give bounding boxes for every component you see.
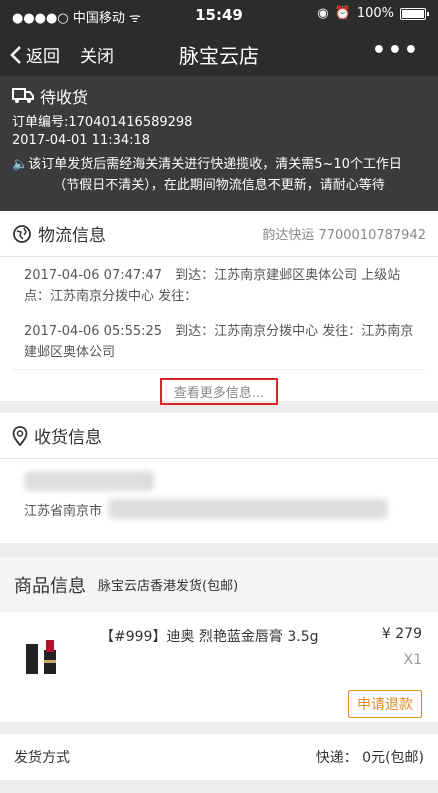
carrier-tracking: 韵达快运 7700010787942 (262, 228, 426, 243)
status-bar: ●●●●○ 中国移动 ᯤ 15:49 ◉ ⏰ 100% (0, 0, 438, 30)
lock-icon: ◉ (317, 6, 329, 21)
shipping-row: 发货方式 快递： 0元(包邮) (0, 734, 438, 780)
order-status: 待收货 (12, 84, 426, 108)
notice-line-1: 该订单发货后需经海关清关进行快递揽收，清关需5~10个工作日 (28, 157, 402, 172)
logistics-entry: 2017-04-06 07:47:47 到达：江苏南京建邺区奥体公司 上级站点：… (24, 268, 401, 304)
receiver-address: 江苏省南京市 (0, 499, 438, 519)
view-more-button[interactable]: 查看更多信息... (159, 378, 279, 405)
refund-button[interactable]: 申请退款 (348, 690, 422, 718)
address-prefix: 江苏省南京市 (24, 503, 103, 519)
goods-title: 商品信息 (14, 575, 86, 597)
shipping-label: 发货方式 (14, 750, 70, 766)
receiver-header: 收货信息 (0, 413, 438, 459)
lipstick-product-icon (26, 640, 56, 674)
battery-percent: 100% (356, 6, 394, 21)
more-info-wrap: 查看更多信息... (12, 369, 426, 409)
notice-line-2: （节假日不清关），在此期间物流信息不更新，请耐心等待 (53, 178, 385, 193)
goods-quantity: X1 (403, 652, 423, 668)
order-notice: 🔈该订单发货后需经海关清关进行快递揽收，清关需5~10个工作日 （节假日不清关）… (12, 154, 426, 196)
speaker-icon: 🔈 (12, 157, 29, 172)
location-pin-icon (12, 425, 28, 446)
logistics-section: 物流信息 韵达快运 7700010787942 2017-04-06 07:47… (0, 211, 438, 405)
shipping-value: 快递： 0元(包邮) (315, 750, 424, 766)
receiver-section: 收货信息 江苏省南京市 (0, 413, 438, 543)
truck-icon (12, 88, 34, 103)
goods-header: 商品信息 脉宝云店香港发货(包邮) (0, 557, 438, 612)
battery-icon (400, 7, 429, 20)
logistics-header: 物流信息 韵达快运 7700010787942 (0, 211, 438, 257)
alarm-icon: ⏰ (334, 6, 351, 21)
nav-bar: 返回 关闭 脉宝云店 ••• (0, 30, 438, 76)
goods-name: 【#999】迪奥 烈艳蓝金唇膏 3.5g (100, 629, 319, 645)
goods-subtitle: 脉宝云店香港发货(包邮) (98, 579, 239, 594)
order-header: 待收货 订单编号:170401416589298 2017-04-01 11:3… (0, 76, 438, 211)
goods-item[interactable]: 【#999】迪奥 烈艳蓝金唇膏 3.5g ¥ 279 X1 申请退款 (0, 612, 438, 722)
globe-icon (13, 224, 31, 243)
order-number: 订单编号:170401416589298 (12, 115, 193, 130)
receiver-title: 收货信息 (34, 428, 102, 448)
order-status-label: 待收货 (40, 88, 89, 107)
logistics-title: 物流信息 (38, 226, 106, 246)
goods-price: ¥ 279 (381, 626, 422, 642)
battery-area: ◉ ⏰ 100% (317, 6, 429, 21)
receiver-name-blurred (0, 459, 438, 491)
order-time: 2017-04-01 11:34:18 (12, 133, 151, 148)
logistics-entry: 2017-04-06 05:55:25 到达：江苏南京分拨中心 发往：江苏南京建… (24, 324, 414, 360)
more-menu-button[interactable]: ••• (372, 38, 420, 63)
